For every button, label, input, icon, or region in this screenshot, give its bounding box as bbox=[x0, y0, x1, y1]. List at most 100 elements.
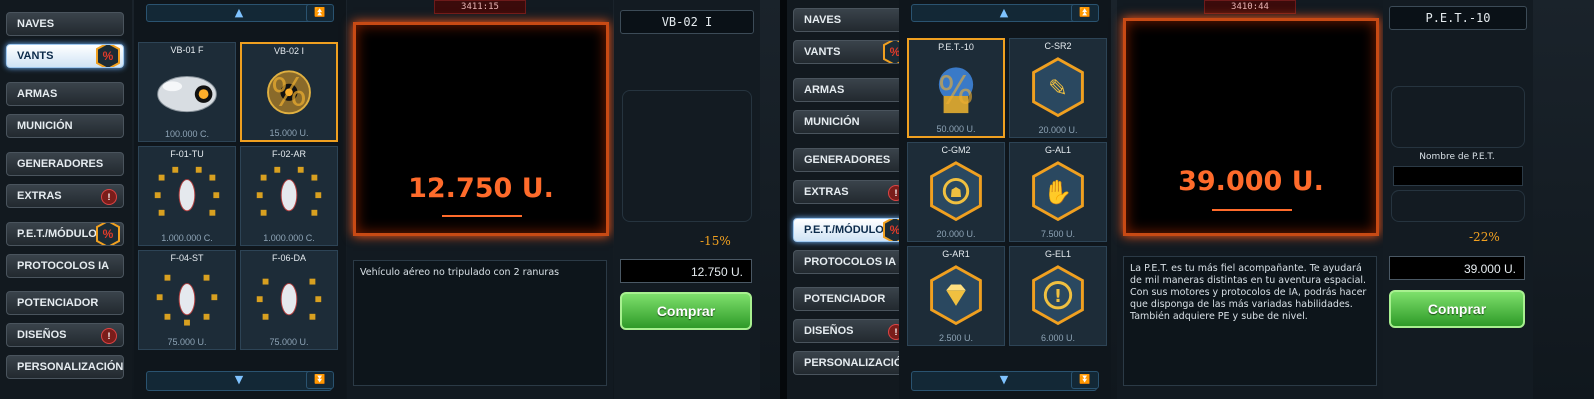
panel-divider bbox=[780, 0, 787, 399]
nav-vants[interactable]: VANTS % bbox=[793, 40, 911, 64]
item-preview: 3410:44 39.000 U. La P.E.T. es tu más fi… bbox=[1117, 0, 1383, 399]
nav-extras[interactable]: EXTRAS! bbox=[793, 180, 911, 204]
nav-armas[interactable]: ARMAS bbox=[793, 78, 911, 102]
nav-disenos[interactable]: DISEÑOS! bbox=[6, 323, 124, 347]
preview-screen: 39.000 U. bbox=[1123, 18, 1379, 236]
nav-label: PROTOCOLOS IA bbox=[804, 256, 897, 268]
item-card-selected[interactable]: VB-02 I % 15.000 U. bbox=[240, 42, 338, 142]
price-underline bbox=[1212, 209, 1292, 211]
scroll-up-bar[interactable]: ▲ ⏫ bbox=[911, 4, 1099, 22]
item-card[interactable]: F-02-AR 1.000.000 C. bbox=[240, 146, 338, 246]
item-title: P.E.T.-10 bbox=[1389, 6, 1527, 30]
nav-protocolos-ia[interactable]: PROTOCOLOS IA bbox=[793, 250, 911, 274]
nav-naves[interactable]: NAVES bbox=[793, 8, 911, 32]
nav-generadores[interactable]: GENERADORES bbox=[793, 148, 911, 172]
item-grid: ▲ ⏫ VB-01 F 100.000 C. VB-02 I % 15.000 U… bbox=[134, 0, 346, 399]
svg-text:%: % bbox=[103, 227, 114, 241]
buy-button[interactable]: Comprar bbox=[620, 292, 752, 330]
item-card[interactable]: VB-01 F 100.000 C. bbox=[138, 42, 236, 142]
nav-label: NAVES bbox=[804, 14, 842, 26]
hand-hex-icon: ✋ bbox=[1032, 161, 1084, 222]
nav-protocolos-ia[interactable]: PROTOCOLOS IA bbox=[6, 254, 124, 278]
svg-text:☗: ☗ bbox=[950, 185, 962, 201]
alert-icon: ! bbox=[101, 328, 117, 344]
chevron-down-icon: ▼ bbox=[234, 373, 244, 386]
nav-armas[interactable]: ARMAS bbox=[6, 82, 124, 106]
drone-discount-icon: % bbox=[267, 70, 311, 115]
page-up-icon[interactable]: ⏫ bbox=[1071, 4, 1099, 22]
svg-text:%: % bbox=[271, 71, 307, 115]
nav-pet-modulos[interactable]: P.E.T./MÓDULOS % bbox=[6, 222, 124, 246]
nav-label: PERSONALIZACIÓN bbox=[804, 357, 911, 369]
item-card-selected[interactable]: P.E.T.-10 % 50.000 U. bbox=[907, 38, 1005, 138]
shop-panel-pet: NAVES VANTS % ARMAS MUNICIÓN GENERADORES… bbox=[787, 0, 1594, 399]
page-down-icon[interactable]: ⏬ bbox=[1071, 371, 1099, 389]
preview-screen: 12.750 U. bbox=[353, 22, 609, 236]
pet-name-label: Nombre de P.E.T. bbox=[1419, 152, 1495, 162]
nav-personalizacion[interactable]: PERSONALIZACIÓN bbox=[6, 355, 124, 379]
scroll-down-bar[interactable]: ▼ ⏬ bbox=[146, 371, 334, 391]
nav-naves[interactable]: NAVES bbox=[6, 12, 124, 36]
item-price: 75.000 U. bbox=[269, 337, 309, 347]
item-card[interactable]: F-06-DA 75.000 U. bbox=[240, 250, 338, 350]
nav-generadores[interactable]: GENERADORES bbox=[6, 152, 124, 176]
item-name: F-04-ST bbox=[170, 253, 204, 263]
formation-icon bbox=[256, 166, 322, 216]
exclamation-hex-icon: ! bbox=[1032, 265, 1084, 326]
item-price: 15.000 U. bbox=[269, 128, 309, 138]
item-description: Vehículo aéreo no tripulado con 2 ranura… bbox=[353, 260, 607, 386]
offer-timer: 3410:44 bbox=[1204, 0, 1296, 14]
nav-label: P.E.T./MÓDULOS bbox=[17, 228, 105, 240]
nav-vants[interactable]: VANTS % bbox=[6, 44, 124, 68]
item-card[interactable]: G-EL1 ! 6.000 U. bbox=[1009, 246, 1107, 346]
formation-icon bbox=[256, 278, 322, 320]
item-price: 1.000.000 C. bbox=[161, 233, 213, 243]
nav-potenciador[interactable]: POTENCIADOR bbox=[793, 287, 911, 311]
item-name: VB-01 F bbox=[170, 45, 204, 55]
item-card[interactable]: F-04-ST 75.000 U. bbox=[138, 250, 236, 350]
nav-potenciador[interactable]: POTENCIADOR bbox=[6, 291, 124, 315]
scroll-up-bar[interactable]: ▲ ⏫ bbox=[146, 4, 334, 22]
item-name: F-01-TU bbox=[170, 149, 204, 159]
nav-municion[interactable]: MUNICIÓN bbox=[6, 114, 124, 138]
item-card[interactable]: C-SR2 ✎ 20.000 U. bbox=[1009, 38, 1107, 138]
shop-panel-vants: NAVES VANTS % ARMAS MUNICIÓN GENERADORES… bbox=[0, 0, 780, 399]
item-card[interactable]: G-AL1 ✋ 7.500 U. bbox=[1009, 142, 1107, 242]
svg-text:%: % bbox=[103, 49, 114, 63]
page-down-icon[interactable]: ⏬ bbox=[306, 371, 334, 389]
nav-extras[interactable]: EXTRAS! bbox=[6, 184, 124, 208]
item-card[interactable]: C-GM2 ☗ 20.000 U. bbox=[907, 142, 1005, 242]
item-price: 100.000 C. bbox=[164, 129, 210, 139]
item-card[interactable]: F-01-TU 1.000.000 C. bbox=[138, 146, 236, 246]
page-up-icon[interactable]: ⏫ bbox=[306, 4, 334, 22]
nav-disenos[interactable]: DISEÑOS! bbox=[793, 319, 911, 343]
drone-icon bbox=[157, 76, 217, 113]
purchase-panel: P.E.T.-10 Nombre de P.E.T. -22% 39.000 U… bbox=[1383, 0, 1533, 399]
buy-button[interactable]: Comprar bbox=[1389, 290, 1525, 328]
item-price: 6.000 U. bbox=[1040, 333, 1076, 343]
nav-pet-modulos[interactable]: P.E.T./MÓDULOS % bbox=[793, 218, 911, 242]
nav-personalizacion[interactable]: PERSONALIZACIÓN bbox=[793, 351, 911, 375]
item-name: F-06-DA bbox=[271, 253, 306, 263]
bug-hex-icon: ☗ bbox=[930, 161, 982, 222]
nav-label: POTENCIADOR bbox=[804, 293, 886, 305]
discount-badge-icon: % bbox=[96, 223, 120, 245]
nav-label: MUNICIÓN bbox=[17, 120, 73, 132]
price-field: 39.000 U. bbox=[1389, 256, 1525, 280]
pet-name-input[interactable] bbox=[1393, 166, 1523, 186]
item-price: 75.000 U. bbox=[167, 337, 207, 347]
item-name: G-AR1 bbox=[942, 249, 970, 259]
nav-label: GENERADORES bbox=[804, 154, 891, 166]
nav-label: NAVES bbox=[17, 18, 55, 30]
nav-label: ARMAS bbox=[804, 84, 845, 96]
nav-municion[interactable]: MUNICIÓN bbox=[793, 110, 911, 134]
gem-hex-icon bbox=[930, 265, 982, 326]
item-name: VB-02 I bbox=[273, 46, 304, 56]
nav-label: VANTS bbox=[17, 50, 54, 62]
scroll-down-bar[interactable]: ▼ ⏬ bbox=[911, 371, 1099, 391]
nav-label: VANTS bbox=[804, 46, 841, 58]
item-price: 20.000 U. bbox=[936, 229, 976, 239]
chevron-down-icon: ▼ bbox=[999, 373, 1009, 386]
svg-text:!: ! bbox=[1054, 287, 1062, 307]
item-card[interactable]: G-AR1 2.500 U. bbox=[907, 246, 1005, 346]
